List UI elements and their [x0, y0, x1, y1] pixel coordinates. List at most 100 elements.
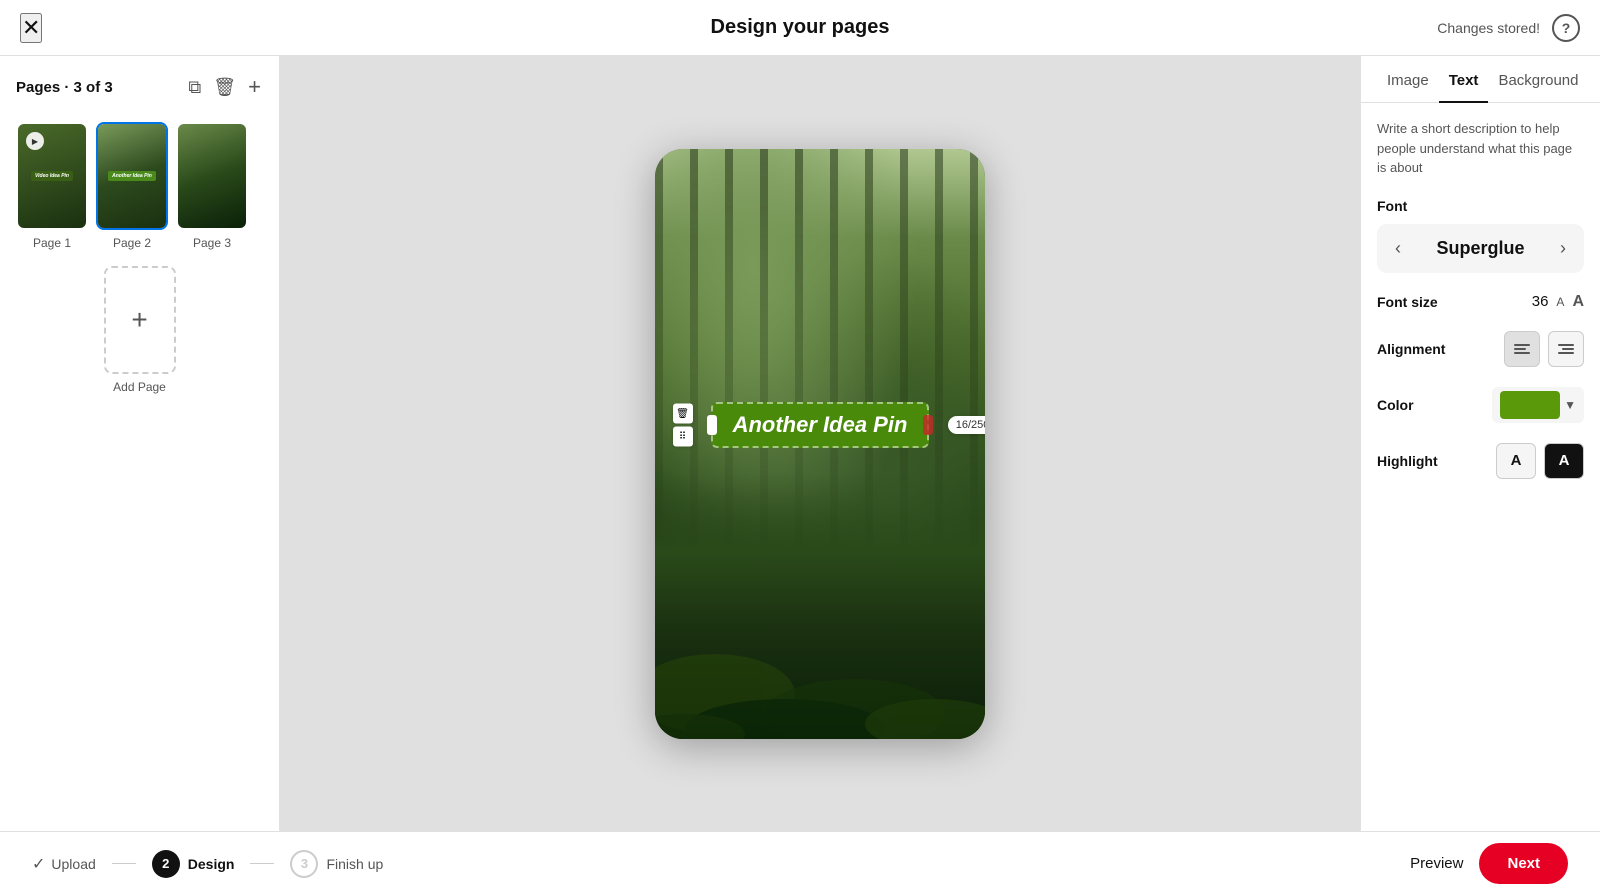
page-thumbnail-2[interactable]: Another Idea Pin Page 2 [96, 122, 168, 250]
right-drag-handle[interactable] [923, 415, 933, 435]
font-next-button[interactable]: › [1556, 234, 1570, 263]
fern-svg [655, 444, 985, 739]
changes-stored-label: Changes stored! [1437, 20, 1540, 36]
preview-button[interactable]: Preview [1410, 855, 1463, 872]
step-upload-inner: ✓ Upload [32, 854, 96, 874]
align-left-button[interactable] [1504, 331, 1540, 367]
page-thumb-img-2: Another Idea Pin [96, 122, 168, 230]
alignment-label: Alignment [1377, 341, 1445, 357]
font-prev-button[interactable]: ‹ [1391, 234, 1405, 263]
thumb-label-3: Page 3 [193, 236, 231, 250]
right-panel: Image Text Background Write a short desc… [1360, 56, 1600, 831]
align-left-icon [1514, 344, 1530, 354]
left-drag-handle[interactable] [707, 415, 717, 435]
color-row: Color ▼ [1377, 387, 1584, 423]
tab-image[interactable]: Image [1377, 56, 1439, 103]
canvas-area: 🗑 ⠿ Another Idea Pin 16/250 [280, 56, 1360, 831]
font-name: Superglue [1436, 238, 1524, 259]
delete-button[interactable]: 🗑 [211, 75, 238, 100]
left-controls: 🗑 ⠿ [673, 404, 693, 447]
thumb-bg-2: Another Idea Pin [98, 124, 166, 228]
step-upload: ✓ Upload [32, 854, 96, 874]
description-text: Write a short description to help people… [1377, 119, 1584, 178]
highlight-row: Highlight A A [1377, 443, 1584, 479]
main-layout: Pages · 3 of 3 ⧉ 🗑 + ▶ Video Idea Pin [0, 56, 1600, 831]
page-thumbnail-1[interactable]: ▶ Video Idea Pin Page 1 [16, 122, 88, 250]
top-bar-right: Changes stored! ? [1437, 14, 1580, 42]
steps-container: ✓ Upload 2 Design 3 Finish up [32, 850, 383, 878]
color-picker[interactable]: ▼ [1492, 387, 1584, 423]
finish-step-label: Finish up [326, 856, 383, 872]
font-section-label: Font [1377, 198, 1584, 214]
next-button[interactable]: Next [1479, 843, 1568, 884]
font-size-label: Font size [1377, 294, 1438, 310]
design-step-circle: 2 [152, 850, 180, 878]
step-divider-1 [112, 863, 136, 864]
sidebar-actions: ⧉ 🗑 + [186, 72, 263, 102]
thumb-text-1: Video Idea Pin [31, 171, 73, 181]
tab-background[interactable]: Background [1488, 56, 1588, 103]
panel-content: Write a short description to help people… [1361, 103, 1600, 495]
pages-grid: ▶ Video Idea Pin Page 1 Another Idea Pin… [16, 122, 263, 250]
step-divider-2 [250, 863, 274, 864]
thumb-label-1: Page 1 [33, 236, 71, 250]
thumb-bg-3 [178, 124, 246, 228]
page-title: Design your pages [711, 16, 890, 39]
add-page-tile-button[interactable]: + [104, 266, 176, 374]
color-label: Color [1377, 397, 1414, 413]
font-section: Font ‹ Superglue › [1377, 198, 1584, 273]
thumb-label-2: Page 2 [113, 236, 151, 250]
highlight-none-button[interactable]: A [1496, 443, 1536, 479]
alignment-options [1504, 331, 1584, 367]
highlight-label: Highlight [1377, 453, 1438, 469]
panel-tabs: Image Text Background [1361, 56, 1600, 103]
page-thumb-img-1: ▶ Video Idea Pin [16, 122, 88, 230]
color-swatch [1500, 391, 1560, 419]
help-button[interactable]: ? [1552, 14, 1580, 42]
top-bar: ✕ Design your pages Changes stored! ? [0, 0, 1600, 56]
add-plus-icon: + [131, 306, 147, 334]
phone-frame: 🗑 ⠿ Another Idea Pin 16/250 [655, 149, 985, 739]
play-icon: ▶ [26, 132, 44, 150]
font-selector: ‹ Superglue › [1377, 224, 1584, 273]
text-overlay-content: Another Idea Pin [733, 412, 908, 437]
align-right-button[interactable] [1548, 331, 1584, 367]
add-page-container: + Add Page [16, 266, 263, 394]
color-dropdown-arrow: ▼ [1564, 398, 1576, 412]
font-size-row: Font size 36 A A [1377, 293, 1584, 311]
font-size-controls: 36 A A [1532, 293, 1584, 311]
duplicate-button[interactable]: ⧉ [186, 75, 203, 100]
sidebar-title: Pages · 3 of 3 [16, 79, 113, 96]
page-thumbnail-3[interactable]: Page 3 [176, 122, 248, 250]
text-overlay-wrapper: 🗑 ⠿ Another Idea Pin 16/250 [711, 402, 930, 448]
bottom-right: Preview Next [1410, 843, 1568, 884]
upload-label: Upload [51, 856, 95, 872]
align-right-icon [1558, 344, 1574, 354]
drag-handle[interactable]: ⠿ [673, 427, 693, 447]
close-button[interactable]: ✕ [20, 13, 42, 43]
thumb-bg-1: ▶ Video Idea Pin [18, 124, 86, 228]
step-design: 2 Design [152, 850, 235, 878]
add-page-label: Add Page [113, 380, 166, 394]
upload-check-icon: ✓ [32, 854, 45, 874]
alignment-row: Alignment [1377, 331, 1584, 367]
step-finish: 3 Finish up [290, 850, 383, 878]
add-page-button[interactable]: + [246, 72, 263, 102]
char-count: 16/250 [948, 416, 985, 434]
page-thumb-img-3 [176, 122, 248, 230]
text-overlay-container: 🗑 ⠿ Another Idea Pin 16/250 [655, 402, 985, 448]
font-size-value: 36 [1532, 293, 1549, 310]
delete-text-button[interactable]: 🗑 [673, 404, 693, 424]
finish-step-circle: 3 [290, 850, 318, 878]
bottom-bar: ✓ Upload 2 Design 3 Finish up Preview Ne… [0, 831, 1600, 895]
font-size-increase[interactable]: A [1572, 293, 1584, 311]
thumb-text-2: Another Idea Pin [108, 171, 156, 181]
highlight-filled-button[interactable]: A [1544, 443, 1584, 479]
tab-text[interactable]: Text [1439, 56, 1489, 103]
design-step-label: Design [188, 856, 235, 872]
font-size-decrease[interactable]: A [1556, 295, 1564, 309]
text-overlay[interactable]: Another Idea Pin [711, 402, 930, 448]
highlight-options: A A [1496, 443, 1584, 479]
sidebar-header: Pages · 3 of 3 ⧉ 🗑 + [16, 72, 263, 102]
sidebar: Pages · 3 of 3 ⧉ 🗑 + ▶ Video Idea Pin [0, 56, 280, 831]
